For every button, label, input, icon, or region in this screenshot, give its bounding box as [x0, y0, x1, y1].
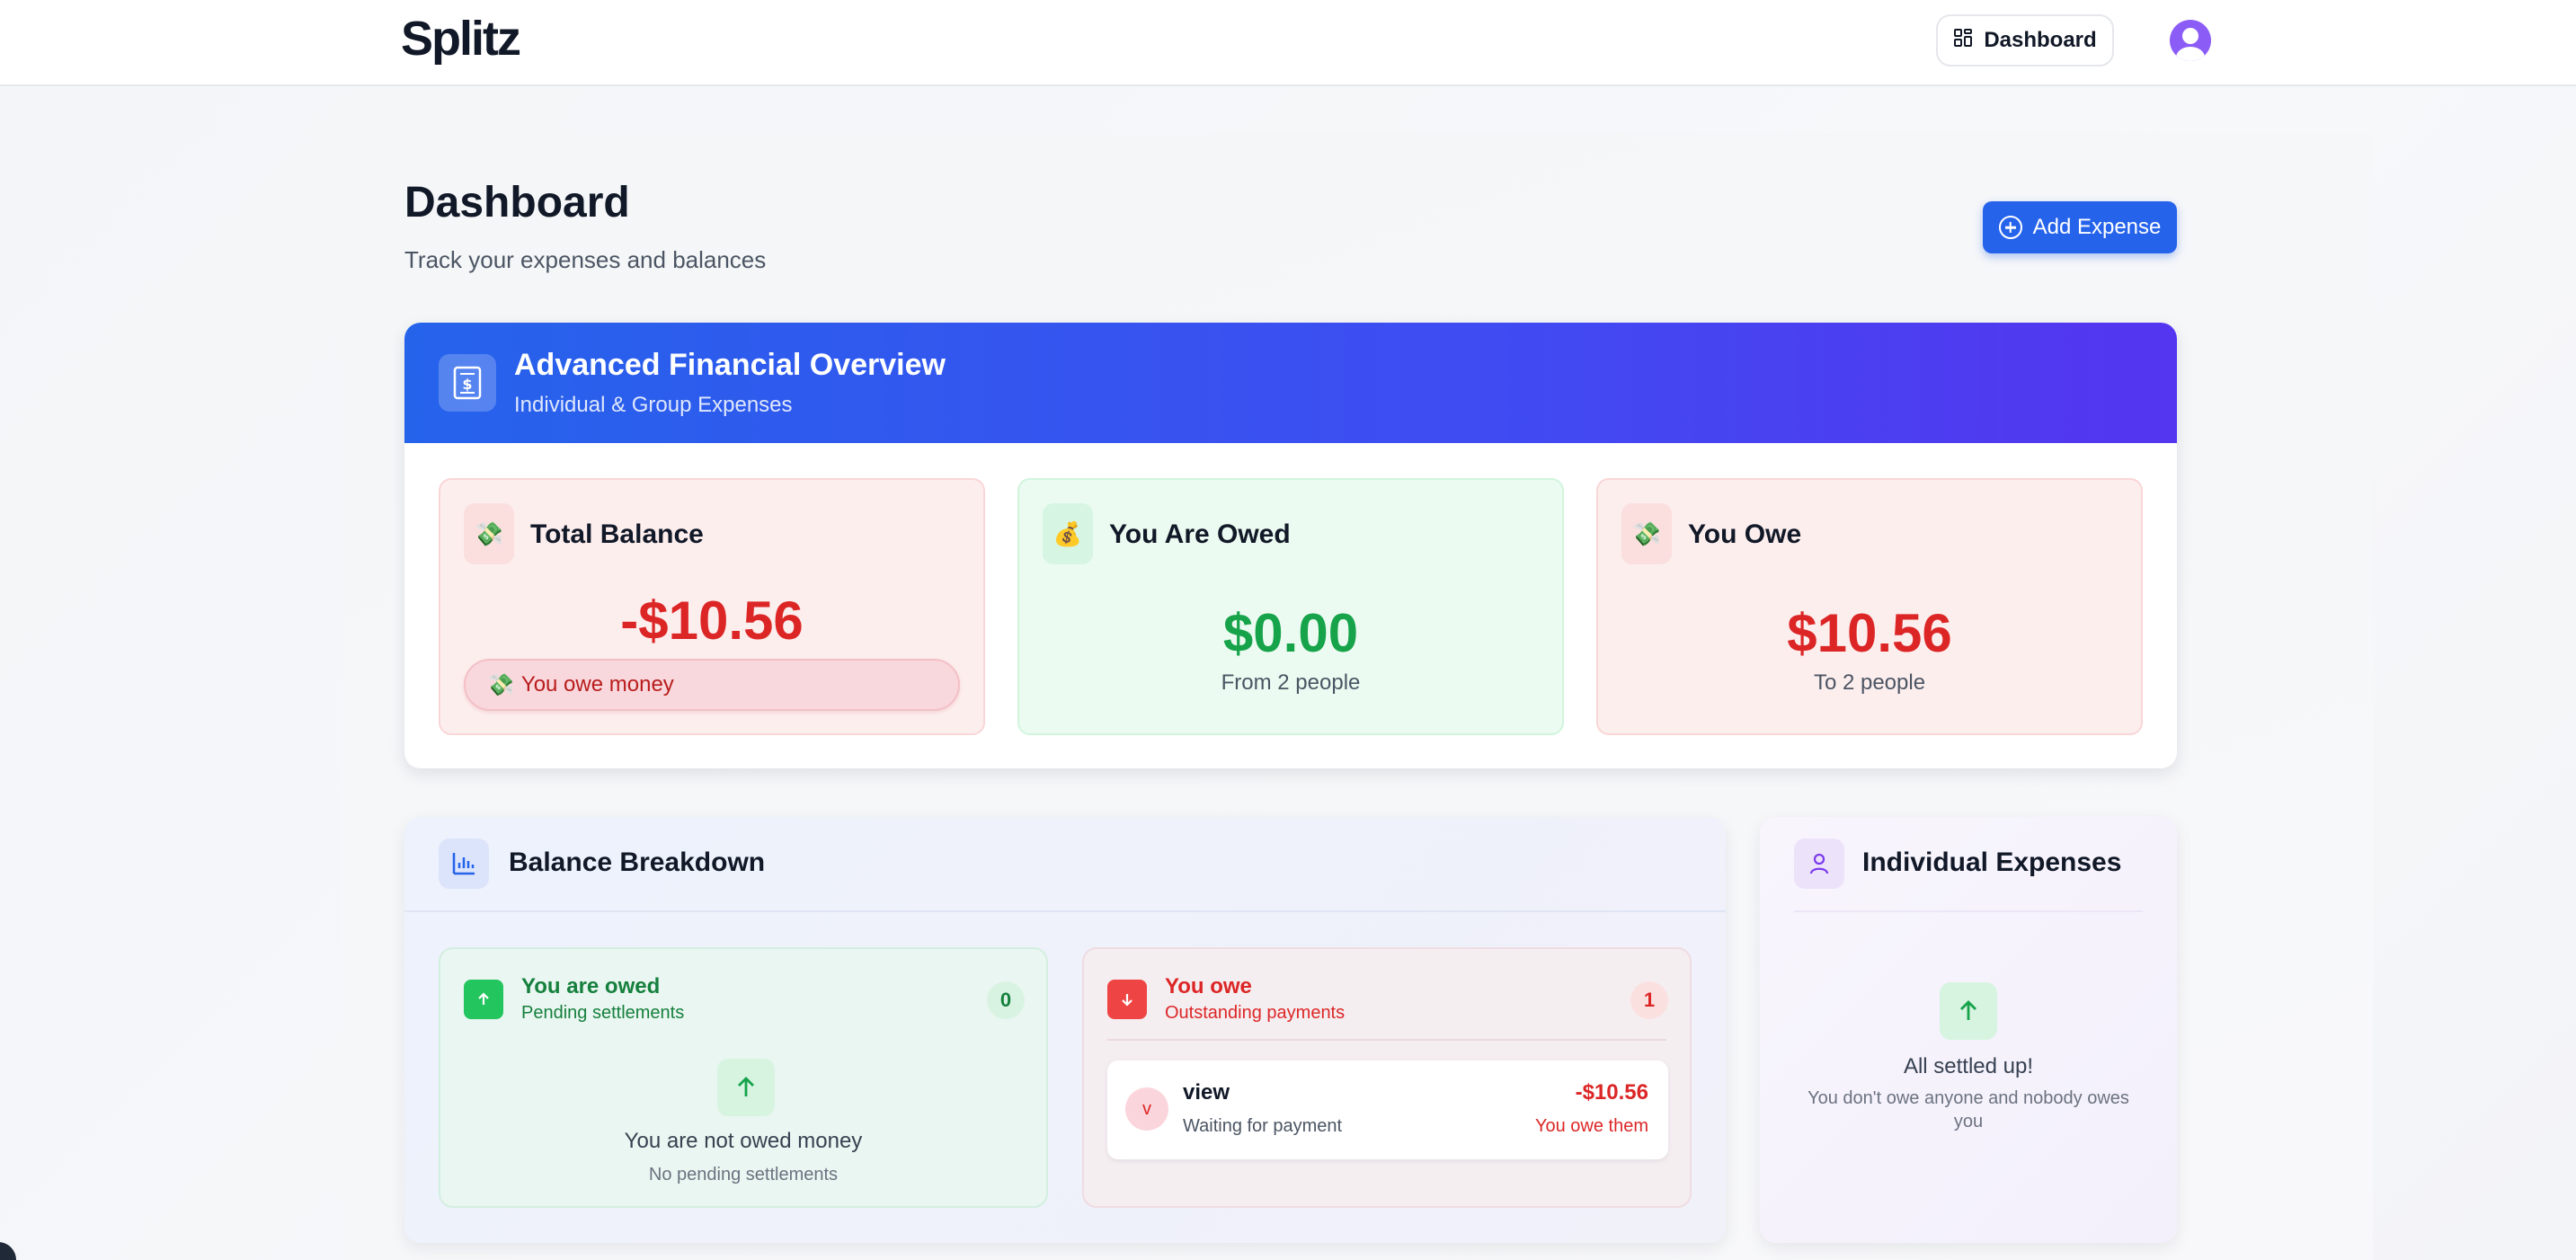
you-owe-label: You Owe: [1688, 519, 1802, 549]
add-expense-button[interactable]: Add Expense: [1983, 201, 2177, 253]
money-wings-icon: 💸: [1621, 503, 1672, 564]
nav-dashboard-label: Dashboard: [1984, 28, 2097, 52]
top-navbar: Splitz Dashboard: [0, 0, 2576, 86]
balance-breakdown-title: Balance Breakdown: [509, 847, 766, 877]
owed-panel-title: You are owed: [521, 974, 661, 998]
total-balance-card: 💸 Total Balance -$10.56 💸 You owe money: [439, 478, 985, 735]
dollar-receipt-icon: $: [439, 354, 496, 412]
you-are-owed-note: From 2 people: [1221, 670, 1361, 695]
overview-title: Advanced Financial Overview: [514, 348, 946, 382]
page-title: Dashboard: [404, 179, 630, 226]
list-item[interactable]: v view Waiting for payment -$10.56 You o…: [1107, 1060, 1668, 1159]
payment-status: Waiting for payment: [1183, 1116, 1343, 1136]
app-logo[interactable]: Splitz: [401, 11, 521, 67]
arrow-up-icon: [717, 1059, 775, 1116]
money-wings-icon: 💸: [464, 503, 514, 564]
you-are-owed-panel: You are owed Pending settlements 0 You a…: [439, 947, 1048, 1208]
add-expense-label: Add Expense: [2032, 215, 2162, 239]
owe-note: You owe them: [1534, 1116, 1648, 1136]
individual-expenses-title: Individual Expenses: [1862, 847, 2122, 877]
page-subtitle: Track your expenses and balances: [404, 246, 767, 273]
you-are-owed-label: You Are Owed: [1109, 519, 1291, 549]
grid-icon: [1953, 28, 1973, 54]
overview-subtitle: Individual & Group Expenses: [514, 393, 793, 417]
you-are-owed-card: 💰 You Are Owed $0.00 From 2 people: [1017, 478, 1564, 735]
plus-circle-icon: [1998, 216, 2022, 239]
owed-count-badge: 0: [987, 981, 1025, 1019]
money-wings-icon: 💸: [487, 672, 514, 697]
owe-panel-title: You owe: [1165, 974, 1252, 998]
arrow-up-icon: [464, 980, 503, 1019]
you-owe-panel: You owe Outstanding payments 1 v view Wa…: [1082, 947, 1692, 1208]
overview-header: $ Advanced Financial Overview Individual…: [404, 323, 2177, 443]
user-avatar-icon[interactable]: [2170, 20, 2211, 61]
financial-overview-card: $ Advanced Financial Overview Individual…: [404, 323, 2177, 768]
owe-money-badge: 💸 You owe money: [464, 659, 960, 711]
arrow-up-icon: [1940, 982, 1997, 1040]
settled-title: All settled up!: [1903, 1054, 2034, 1078]
you-owe-amount: $10.56: [1787, 603, 1952, 663]
bar-chart-icon: [439, 839, 489, 889]
avatar: v: [1125, 1087, 1168, 1131]
divider: [404, 910, 1726, 912]
settled-subtitle: You don't owe anyone and nobody owes you: [1808, 1088, 2129, 1131]
not-owed-message: You are not owed money: [624, 1129, 863, 1153]
svg-text:$: $: [462, 376, 472, 393]
money-bag-icon: 💰: [1043, 503, 1093, 564]
balance-breakdown-card: Balance Breakdown You are owed Pending s…: [404, 817, 1726, 1243]
user-icon: [1794, 839, 1844, 889]
nav-dashboard-button[interactable]: Dashboard: [1936, 14, 2114, 67]
divider: [1107, 1039, 1666, 1041]
arrow-down-icon: [1107, 980, 1147, 1019]
owe-money-text: You owe money: [520, 672, 674, 697]
total-balance-amount: -$10.56: [620, 590, 804, 651]
divider: [1794, 910, 2143, 912]
owe-panel-desc: Outstanding payments: [1165, 1003, 1346, 1023]
total-balance-label: Total Balance: [530, 519, 704, 549]
you-owe-note: To 2 people: [1813, 670, 1926, 695]
no-pending-message: No pending settlements: [648, 1165, 839, 1185]
person-name: view: [1183, 1080, 1230, 1105]
owed-panel-desc: Pending settlements: [521, 1003, 685, 1023]
owe-count-badge: 1: [1630, 981, 1668, 1019]
owed-amount: -$10.56: [1575, 1080, 1648, 1105]
you-owe-card: 💸 You Owe $10.56 To 2 people: [1596, 478, 2143, 735]
you-are-owed-amount: $0.00: [1222, 603, 1359, 663]
individual-expenses-card: Individual Expenses All settled up! You …: [1760, 817, 2177, 1243]
